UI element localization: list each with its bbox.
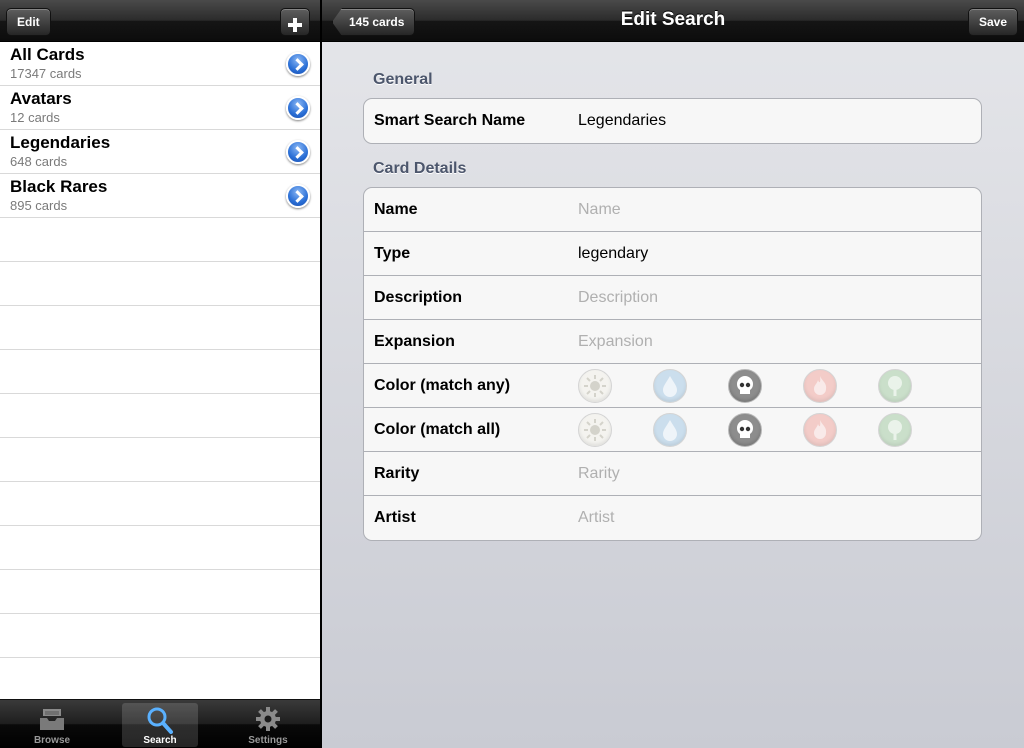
blue-mana-water-drop-icon[interactable] bbox=[653, 369, 687, 403]
empty-row bbox=[0, 614, 320, 658]
inbox-tray-icon bbox=[40, 709, 64, 730]
expansion-input[interactable] bbox=[578, 330, 968, 354]
empty-row bbox=[0, 350, 320, 394]
tab-label: Browse bbox=[33, 735, 71, 746]
artist-cell: Artist bbox=[364, 496, 981, 540]
field-label: Name bbox=[374, 201, 418, 218]
search-count: 12 cards bbox=[10, 110, 60, 125]
empty-row bbox=[0, 218, 320, 262]
smart-search-name-cell: Smart Search Name bbox=[364, 99, 981, 143]
right-navigation-bar: 145 cards Edit Search Save bbox=[322, 0, 1024, 42]
disclosure-chevron-icon[interactable] bbox=[286, 96, 310, 120]
name-cell: Name bbox=[364, 188, 981, 232]
field-label: Smart Search Name bbox=[374, 112, 526, 129]
tab-label: Settings bbox=[248, 735, 288, 746]
empty-row bbox=[0, 394, 320, 438]
empty-row bbox=[0, 262, 320, 306]
magnifier-icon bbox=[147, 707, 173, 734]
green-mana-tree-icon[interactable] bbox=[878, 413, 912, 447]
smart-search-list: All Cards 17347 cards Avatars 12 cards L… bbox=[0, 42, 320, 702]
tab-search[interactable]: Search bbox=[122, 703, 198, 747]
red-mana-fire-icon[interactable] bbox=[803, 369, 837, 403]
add-search-button[interactable] bbox=[280, 8, 310, 36]
color-match-all-cell: Color (match all) bbox=[364, 408, 981, 452]
search-title: Legendaries bbox=[10, 133, 111, 152]
disclosure-chevron-icon[interactable] bbox=[286, 52, 310, 76]
field-label: Artist bbox=[374, 509, 416, 526]
artist-input[interactable] bbox=[578, 506, 968, 530]
name-input[interactable] bbox=[578, 198, 968, 222]
card-details-group: Name Type Description Expansion Color (m… bbox=[363, 187, 982, 541]
empty-row bbox=[0, 306, 320, 350]
gear-icon bbox=[256, 707, 280, 731]
section-header-general: General bbox=[373, 71, 433, 88]
field-label: Expansion bbox=[374, 333, 455, 350]
field-label: Color (match all) bbox=[374, 421, 501, 438]
field-label: Type bbox=[374, 245, 411, 262]
search-title: Black Rares bbox=[10, 177, 108, 196]
rarity-cell: Rarity bbox=[364, 452, 981, 496]
search-row-avatars[interactable]: Avatars 12 cards bbox=[0, 86, 320, 130]
smart-search-name-input[interactable] bbox=[578, 109, 968, 133]
section-header-card-details: Card Details bbox=[373, 160, 467, 177]
type-cell: Type bbox=[364, 232, 981, 276]
rarity-input[interactable] bbox=[578, 462, 968, 486]
search-row-legendaries[interactable]: Legendaries 648 cards bbox=[0, 130, 320, 174]
left-navigation-bar: Edit bbox=[0, 0, 320, 42]
empty-row bbox=[0, 570, 320, 614]
empty-row bbox=[0, 438, 320, 482]
tab-label: Search bbox=[143, 735, 177, 746]
searches-pane: Edit All Cards 17347 cards Avatars 12 ca… bbox=[0, 0, 320, 748]
description-input[interactable] bbox=[578, 286, 968, 310]
field-label: Color (match any) bbox=[374, 377, 511, 394]
save-button[interactable]: Save bbox=[967, 8, 1018, 36]
black-mana-skull-icon[interactable] bbox=[728, 369, 762, 403]
empty-row bbox=[0, 482, 320, 526]
empty-row bbox=[0, 658, 320, 702]
white-mana-sun-icon[interactable] bbox=[578, 369, 612, 403]
search-count: 17347 cards bbox=[10, 66, 82, 81]
field-label: Description bbox=[374, 289, 463, 306]
tab-browse[interactable]: Browse bbox=[14, 703, 90, 747]
tab-settings[interactable]: Settings bbox=[230, 703, 306, 747]
blue-mana-water-drop-icon[interactable] bbox=[653, 413, 687, 447]
green-mana-tree-icon[interactable] bbox=[878, 369, 912, 403]
type-input[interactable] bbox=[578, 242, 968, 266]
disclosure-chevron-icon[interactable] bbox=[286, 184, 310, 208]
red-mana-fire-icon[interactable] bbox=[803, 413, 837, 447]
general-group: Smart Search Name bbox=[363, 98, 982, 144]
search-count: 895 cards bbox=[10, 198, 68, 213]
edit-button[interactable]: Edit bbox=[6, 8, 51, 36]
expansion-cell: Expansion bbox=[364, 320, 981, 364]
search-title: All Cards bbox=[10, 45, 85, 64]
search-title: Avatars bbox=[10, 89, 72, 108]
search-row-black-rares[interactable]: Black Rares 895 cards bbox=[0, 174, 320, 218]
plus-icon bbox=[288, 18, 302, 32]
field-label: Rarity bbox=[374, 465, 420, 482]
edit-search-pane: 145 cards Edit Search Save General Smart… bbox=[322, 0, 1024, 748]
description-cell: Description bbox=[364, 276, 981, 320]
empty-row bbox=[0, 526, 320, 570]
tab-bar: Browse Search Settings bbox=[0, 699, 320, 748]
page-title: Edit Search bbox=[620, 9, 726, 30]
search-row-all-cards[interactable]: All Cards 17347 cards bbox=[0, 42, 320, 86]
disclosure-chevron-icon[interactable] bbox=[286, 140, 310, 164]
white-mana-sun-icon[interactable] bbox=[578, 413, 612, 447]
black-mana-skull-icon[interactable] bbox=[728, 413, 762, 447]
search-count: 648 cards bbox=[10, 154, 68, 169]
color-match-any-cell: Color (match any) bbox=[364, 364, 981, 408]
